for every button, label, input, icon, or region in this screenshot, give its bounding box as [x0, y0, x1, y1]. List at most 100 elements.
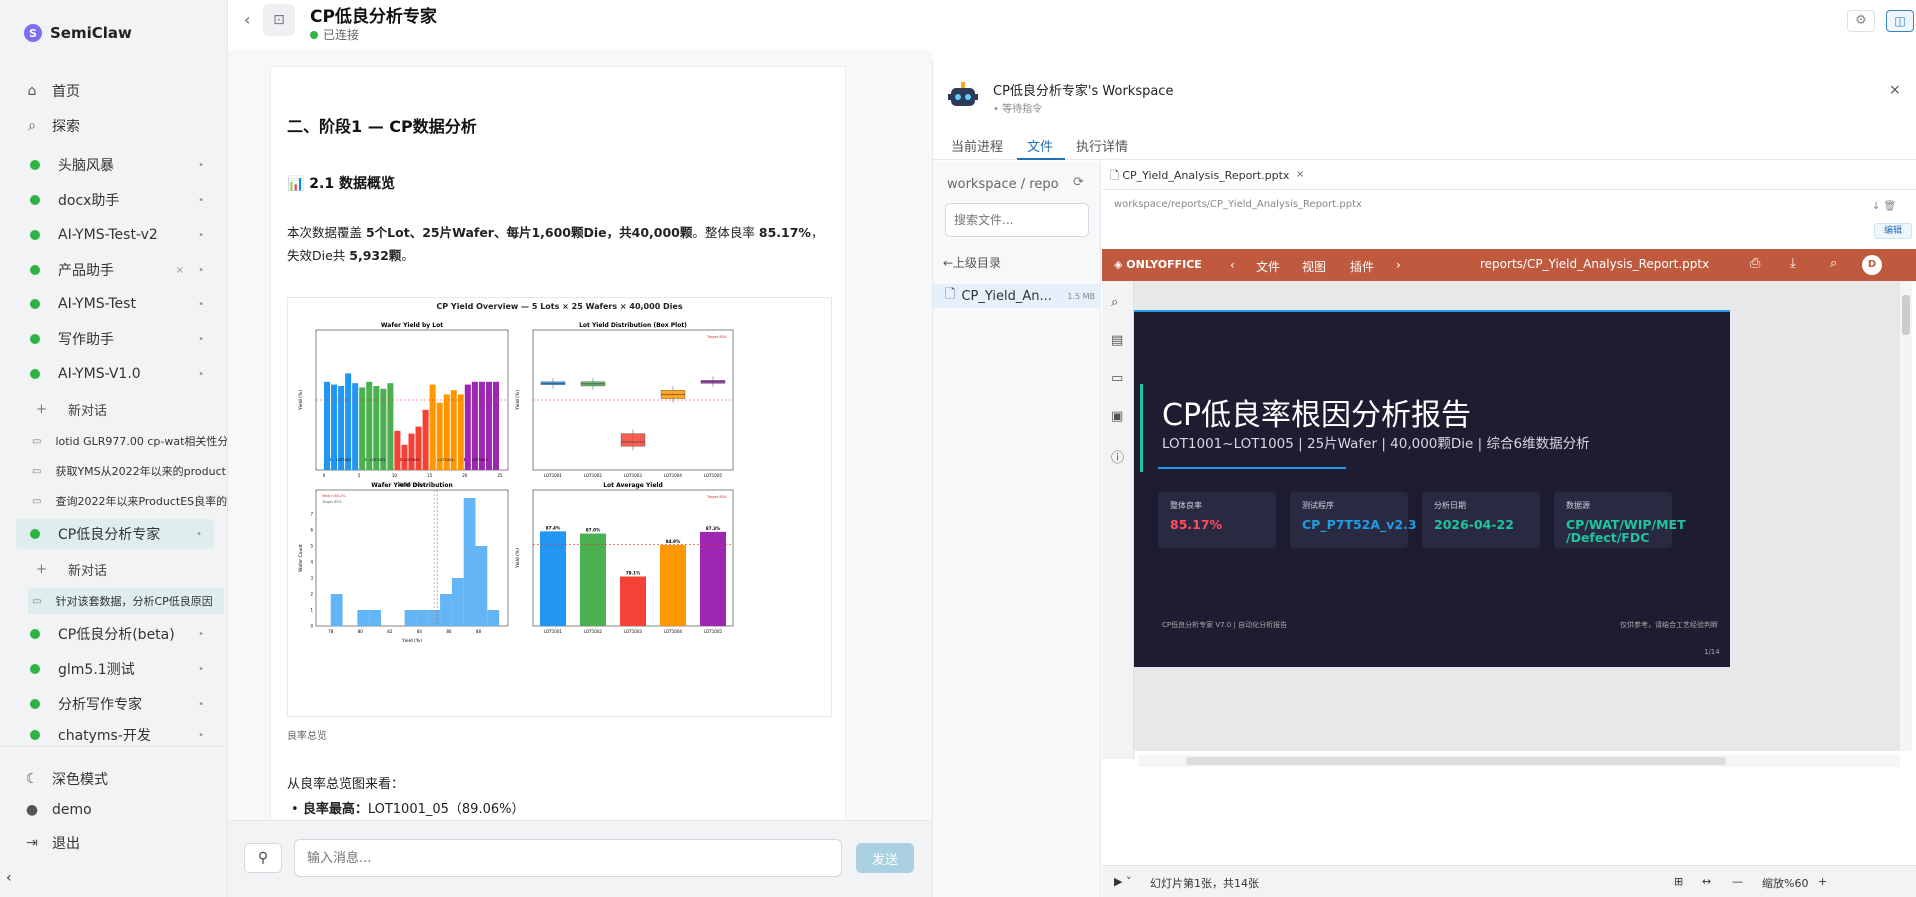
- legend-label: LOT1004: [438, 458, 454, 462]
- print-icon[interactable]: ⎙: [1750, 256, 1760, 271]
- slides-thumbnail-icon[interactable]: ▤: [1111, 333, 1123, 348]
- close-icon[interactable]: ×: [1889, 82, 1901, 98]
- more-icon[interactable]: •: [196, 529, 202, 540]
- breadcrumb-root[interactable]: workspace: [947, 177, 1017, 192]
- send-button[interactable]: 发送: [856, 843, 914, 873]
- close-icon[interactable]: ×: [176, 265, 184, 276]
- dark-mode-label: 深色模式: [52, 772, 108, 788]
- logout-button[interactable]: ⇥ 退出: [24, 828, 214, 858]
- more-icon[interactable]: •: [198, 265, 204, 276]
- panel-toggle-icon[interactable]: ◫: [1886, 10, 1914, 32]
- more-icon[interactable]: •: [198, 195, 204, 206]
- message-input[interactable]: [294, 839, 842, 877]
- agent-item[interactable]: 写作助手 •: [24, 324, 204, 354]
- brand[interactable]: S SemiClaw: [24, 24, 132, 42]
- tab-execution-details[interactable]: 执行详情: [1076, 136, 1128, 155]
- fit-slide-icon[interactable]: ⊞: [1674, 875, 1683, 888]
- online-dot-icon: [30, 529, 40, 539]
- download-icon[interactable]: ⤓: [1790, 256, 1796, 271]
- panel-title: Wafer Yield Distribution: [371, 482, 452, 489]
- collapse-sidebar-icon[interactable]: ‹: [6, 870, 12, 886]
- horizontal-scrollbar[interactable]: [1138, 755, 1900, 767]
- next-icon[interactable]: ›: [1396, 258, 1401, 272]
- slideshow-play-icon[interactable]: ▶ ˅: [1114, 875, 1131, 888]
- search-icon[interactable]: ⌕: [1111, 295, 1118, 310]
- vertical-scrollbar[interactable]: [1900, 281, 1912, 751]
- prev-icon[interactable]: ‹: [1230, 258, 1235, 272]
- more-icon[interactable]: •: [198, 334, 204, 345]
- tick-label: LOT1004: [664, 473, 682, 478]
- more-icon[interactable]: •: [198, 629, 204, 640]
- menu-view[interactable]: 视图: [1302, 258, 1326, 275]
- more-icon[interactable]: •: [198, 369, 204, 380]
- viewer-tab[interactable]: 🗋 CP_Yield_Analysis_Report.pptx: [1110, 167, 1289, 186]
- conversation-item[interactable]: ▭ 查询2022年以来ProductES良率的: [32, 488, 227, 514]
- tab-files[interactable]: 文件: [1027, 136, 1053, 155]
- user-avatar[interactable]: D: [1862, 255, 1882, 275]
- yield-overview-figure: CP Yield Overview — 5 Lots × 25 Wafers ×…: [287, 297, 832, 717]
- close-tab-icon[interactable]: ×: [1296, 169, 1304, 180]
- kpi-card: 整体良率 85.17%: [1158, 492, 1276, 548]
- zoom-out-icon[interactable]: —: [1732, 875, 1743, 888]
- sidebar: S SemiClaw ⌂ 首页 ⌕ 探索 头脑风暴 • docx助手 • AI-YM…: [0, 0, 228, 897]
- parent-directory-link[interactable]: ←上级目录: [943, 254, 1001, 271]
- more-icon[interactable]: •: [198, 730, 204, 741]
- slide-canvas[interactable]: CP低良率根因分析报告 LOT1001~LOT1005 | 25片Wafer |…: [1134, 281, 1910, 751]
- divider: [1102, 189, 1916, 190]
- user-profile[interactable]: ● demo: [24, 795, 214, 825]
- chat-icon[interactable]: ▣: [1111, 409, 1123, 424]
- download-icon[interactable]: ↓ 🗑: [1872, 201, 1896, 212]
- box: [620, 433, 646, 447]
- dark-mode-toggle[interactable]: ☾ 深色模式: [24, 764, 214, 794]
- comment-icon[interactable]: ▭: [1111, 371, 1123, 386]
- conversation-item[interactable]: ▭ 获取YMS从2022年以来的productE: [32, 458, 227, 484]
- more-icon[interactable]: •: [198, 160, 204, 171]
- file-search-input[interactable]: [945, 203, 1089, 237]
- breadcrumb-dir[interactable]: repo: [1029, 177, 1058, 192]
- legend-label: Target 85%: [321, 500, 342, 504]
- tick-label: LOT1005: [704, 473, 722, 478]
- agent-item[interactable]: 头脑风暴 •: [24, 150, 204, 180]
- agent-item[interactable]: CP低良分析(beta) •: [24, 619, 204, 649]
- conversation-label: 获取YMS从2022年以来的productE: [55, 465, 227, 478]
- search-icon[interactable]: ⌕: [1830, 256, 1837, 271]
- fit-width-icon[interactable]: ↔: [1702, 875, 1711, 888]
- section-heading: 二、阶段1 — CP数据分析: [287, 117, 477, 136]
- chat-body[interactable]: 二、阶段1 — CP数据分析 📊 2.1 数据概览 本次数据覆盖 5个Lot、2…: [228, 50, 1151, 871]
- conversation-item[interactable]: ▭ lotid GLR977.00 cp-wat相关性分析: [32, 428, 227, 454]
- settings-gear-icon[interactable]: ⚙: [1847, 10, 1875, 32]
- agent-item[interactable]: chatyms-开发 •: [24, 724, 204, 746]
- file-item[interactable]: 🗋 CP_Yield_An... 1.5 MB: [933, 284, 1101, 308]
- tick-label: LOT1003: [624, 473, 642, 478]
- more-icon[interactable]: •: [198, 230, 204, 241]
- agent-item[interactable]: AI-YMS-Test-v2 •: [24, 220, 204, 250]
- nav-explore[interactable]: ⌕ 探索: [24, 111, 214, 141]
- info-icon[interactable]: ⓘ: [1111, 447, 1124, 466]
- new-chat-button[interactable]: + 新对话: [36, 396, 107, 422]
- search-icon: ⌕: [28, 118, 36, 134]
- agent-item[interactable]: glm5.1测试 •: [24, 654, 204, 684]
- agent-item[interactable]: docx助手 •: [24, 185, 204, 215]
- back-icon[interactable]: ‹: [244, 10, 250, 29]
- tab-current-process[interactable]: 当前进程: [951, 136, 1003, 155]
- more-icon[interactable]: •: [198, 699, 204, 710]
- menu-file[interactable]: 文件: [1256, 258, 1280, 275]
- agent-item[interactable]: AI-YMS-Test •: [24, 289, 204, 319]
- refresh-icon[interactable]: ⟳: [1073, 175, 1084, 190]
- agent-label: docx助手: [58, 193, 120, 209]
- more-icon[interactable]: •: [198, 664, 204, 675]
- zoom-in-icon[interactable]: +: [1818, 875, 1827, 888]
- bar: [471, 381, 478, 470]
- agent-item[interactable]: 分析写作专家 •: [24, 689, 204, 719]
- agent-item[interactable]: AI-YMS-V1.0 •: [24, 359, 204, 389]
- new-chat-button[interactable]: + 新对话: [36, 556, 107, 582]
- conversation-item-active[interactable]: ▭ 针对该套数据，分析CP低良原因: [28, 588, 224, 614]
- menu-plugins[interactable]: 插件: [1350, 258, 1374, 275]
- edit-button[interactable]: 编辑: [1874, 223, 1912, 239]
- axis-label: Yield (%): [515, 390, 521, 411]
- agent-item[interactable]: 产品助手 × •: [24, 255, 204, 285]
- nav-home[interactable]: ⌂ 首页: [24, 76, 214, 106]
- attach-paperclip-icon[interactable]: ⚲: [244, 843, 282, 873]
- agent-item-active[interactable]: CP低良分析专家 •: [16, 519, 214, 549]
- more-icon[interactable]: •: [198, 299, 204, 310]
